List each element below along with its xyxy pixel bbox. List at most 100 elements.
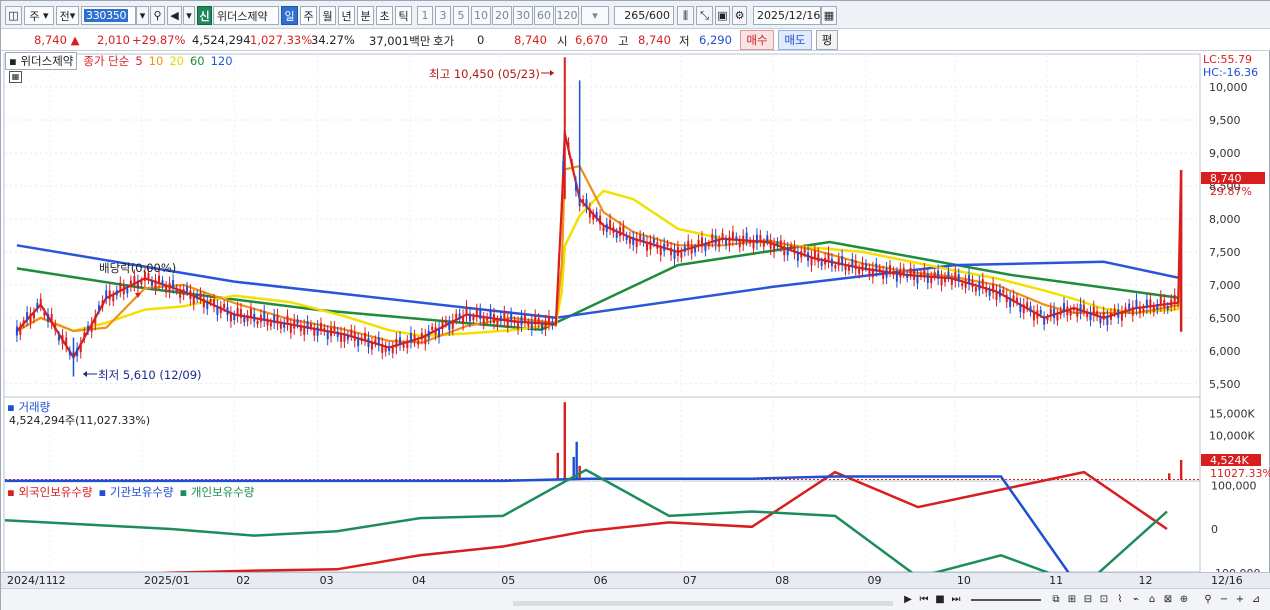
candle-type-icon[interactable]: ⫼ [677, 6, 694, 25]
open-label: 시 [557, 34, 568, 48]
ma-20-legend[interactable]: 20 [169, 54, 184, 68]
search-icon[interactable]: ⚲ [150, 6, 165, 25]
chart-tool-8-icon[interactable]: ⊠ [1161, 592, 1175, 607]
candle-body [1076, 309, 1079, 317]
interval-120-button[interactable]: 120 [555, 6, 579, 25]
candle-body [246, 315, 249, 322]
stock-code-input[interactable]: 330350 [81, 6, 136, 25]
chart-tool-4-icon[interactable]: ⊡ [1097, 592, 1111, 607]
candle-body [444, 319, 447, 324]
period-second-button[interactable]: 초 [376, 6, 393, 25]
candle-body [256, 320, 259, 325]
candle-body [61, 335, 64, 344]
period-tick-button[interactable]: 틱 [395, 6, 412, 25]
date-tick-label: 11 [1049, 574, 1064, 587]
interval-10-button[interactable]: 10 [471, 6, 491, 25]
candle-body [186, 286, 189, 292]
candle-body [1072, 307, 1075, 311]
period-minute-button[interactable]: 분 [357, 6, 374, 25]
volume-panel [3, 396, 1201, 482]
candle-body [126, 288, 129, 294]
interval-30-button[interactable]: 30 [513, 6, 533, 25]
average-button[interactable]: 평 [816, 30, 838, 50]
interval-60-button[interactable]: 60 [534, 6, 554, 25]
sell-button[interactable]: 매도 [778, 30, 812, 50]
period-year-button[interactable]: 년 [338, 6, 355, 25]
window-menu-icon[interactable]: ◫ [5, 6, 22, 25]
zoom-search-icon[interactable]: ⚲ [1201, 592, 1215, 607]
interval-3-button[interactable]: 3 [435, 6, 451, 25]
ma-120-legend[interactable]: 120 [211, 54, 233, 68]
scroll-track[interactable] [513, 601, 893, 606]
interval-1-button[interactable]: 1 [417, 6, 433, 25]
candle-body [402, 344, 405, 348]
price-tick-label: 10,000 [1209, 81, 1248, 94]
scroll-right-icon[interactable]: ▶ [901, 592, 915, 607]
period-month-button[interactable]: 월 [319, 6, 336, 25]
bar-count-input[interactable]: 265/600 [614, 6, 674, 25]
holding-legend: ▪ 외국인보유수량 ▪ 기관보유수량 ▪ 개인보유수량 [7, 484, 254, 500]
candle-body [196, 294, 199, 299]
candle-body [357, 338, 360, 347]
ma-10-legend[interactable]: 10 [149, 54, 164, 68]
candle-body [493, 314, 496, 323]
chart-tool-5-icon[interactable]: ⌇ [1113, 592, 1127, 607]
candle-body [1046, 317, 1049, 321]
fast-forward-icon[interactable]: ⏭ [949, 592, 963, 607]
period-day-button[interactable]: 일 [281, 6, 298, 25]
candle-body [599, 215, 602, 225]
price-change: 2,010 [97, 33, 130, 47]
chart-tool-2-icon[interactable]: ⊞ [1065, 592, 1079, 607]
zoom-slider[interactable] [971, 599, 1041, 601]
draw-line-icon[interactable]: ⤡ [696, 6, 713, 25]
ma-60-legend[interactable]: 60 [190, 54, 205, 68]
stop-icon[interactable]: ■ [933, 592, 947, 607]
candle-body [101, 300, 104, 307]
calendar-icon[interactable]: ▦ [821, 6, 837, 25]
gear-icon[interactable]: ⚙ [732, 6, 747, 25]
shin-badge[interactable]: 신 [197, 6, 212, 25]
institution-holding-legend[interactable]: ▪ 기관보유수량 [99, 484, 174, 500]
code-dropdown-icon[interactable]: ▾ [136, 6, 149, 25]
rewind-icon[interactable]: ⏮ [917, 592, 931, 607]
ma-5-legend[interactable]: 5 [135, 54, 142, 68]
candle-body [346, 334, 349, 340]
zoom-out-icon[interactable]: − [1217, 592, 1231, 607]
more-dropdown-icon[interactable]: ▾ [183, 6, 195, 25]
save-icon[interactable]: ▣ [715, 6, 730, 25]
date-input[interactable]: 2025/12/16 [753, 6, 821, 25]
interval-20-button[interactable]: 20 [492, 6, 512, 25]
period-week-button[interactable]: 주 [300, 6, 317, 25]
candle-body [333, 325, 336, 332]
candle-body [343, 333, 346, 342]
chart-tool-6-icon[interactable]: ⌁ [1129, 592, 1143, 607]
interval-custom-select[interactable]: ▾ [581, 6, 609, 25]
chart-tool-1-icon[interactable]: ⧉ [1049, 592, 1063, 607]
candle-body [43, 312, 46, 316]
candle-body [858, 268, 861, 274]
candle-body [289, 324, 292, 333]
candle-body [451, 320, 454, 329]
chart-tool-7-icon[interactable]: ⌂ [1145, 592, 1159, 607]
candle-body [175, 287, 178, 291]
individual-holding-legend[interactable]: ▪ 개인보유수량 [179, 484, 254, 500]
prev-select[interactable]: 전 ▾ [56, 6, 79, 25]
zoom-in-icon[interactable]: + [1233, 592, 1247, 607]
speaker-icon[interactable]: ◀ [167, 6, 182, 25]
expand-icon[interactable]: ⊿ [1249, 592, 1263, 607]
grid-toggle-icon[interactable]: ▦ [9, 71, 22, 83]
buy-button[interactable]: 매수 [740, 30, 774, 50]
chart-tool-3-icon[interactable]: ⊟ [1081, 592, 1095, 607]
market-select[interactable]: 주 ▾ [24, 6, 54, 25]
candle-body [1173, 294, 1176, 304]
candle-body [391, 346, 394, 354]
bottom-toolbar: ▶ ⏮ ■ ⏭ ⧉ ⊞ ⊟ ⊡ ⌇ ⌁ ⌂ ⊠ ⊕ ⚲ − + ⊿ [1, 588, 1270, 610]
chart-tool-9-icon[interactable]: ⊕ [1177, 592, 1191, 607]
candle-body [735, 236, 738, 241]
price-tick-label: 6,500 [1209, 312, 1241, 325]
stock-legend-name[interactable]: ▪ 위더스제약 [5, 51, 78, 70]
interval-5-button[interactable]: 5 [453, 6, 469, 25]
candle-body [458, 313, 461, 319]
foreign-holding-legend[interactable]: ▪ 외국인보유수량 [7, 484, 93, 500]
candle-body [309, 323, 312, 328]
